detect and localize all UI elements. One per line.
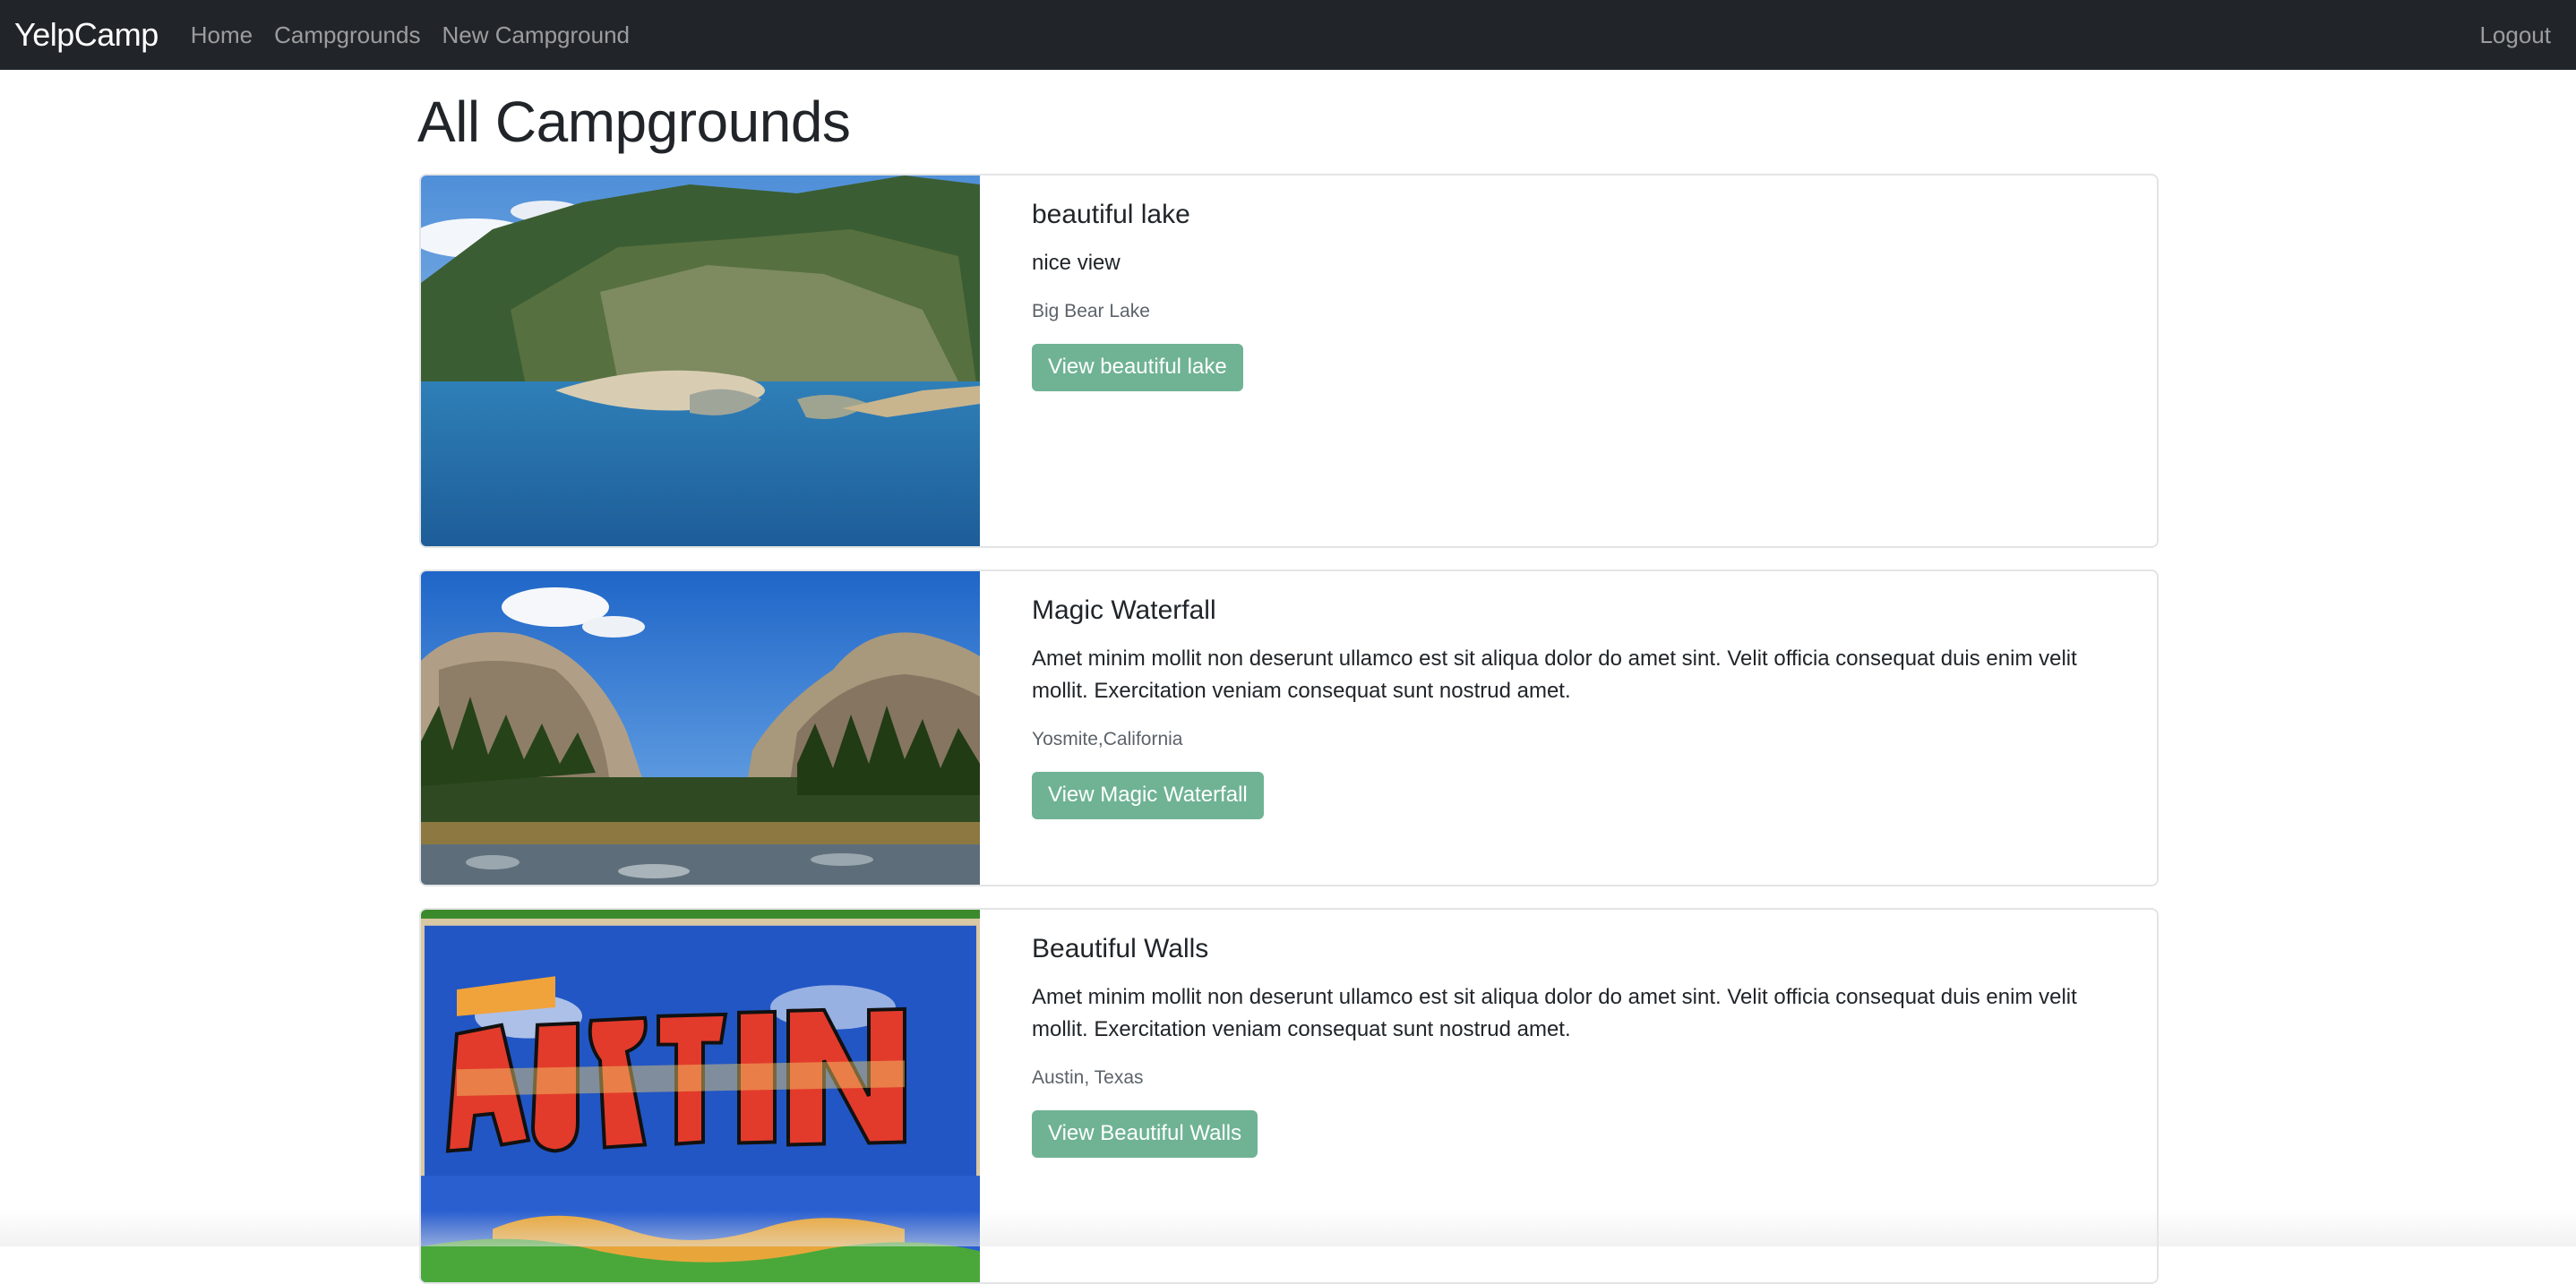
campground-card: Magic Waterfall Amet minim mollit non de… — [419, 569, 2159, 886]
campground-title: Magic Waterfall — [1032, 595, 2105, 627]
view-campground-button[interactable]: View Magic Waterfall — [1032, 772, 1264, 819]
card-body: Magic Waterfall Amet minim mollit non de… — [980, 571, 2157, 885]
campground-location: Austin, Texas — [1032, 1067, 2105, 1089]
view-campground-button[interactable]: View beautiful lake — [1032, 344, 1243, 391]
campground-image — [421, 175, 980, 546]
logout-link[interactable]: Logout — [2479, 21, 2551, 48]
nav-home-link[interactable]: Home — [191, 21, 253, 49]
campground-image — [421, 910, 980, 1282]
campground-description: nice view — [1032, 247, 2105, 279]
card-body: beautiful lake nice view Big Bear Lake V… — [980, 175, 2157, 546]
navbar: YelpCamp Home Campgrounds New Campground… — [0, 0, 2576, 70]
campground-title: beautiful lake — [1032, 199, 2105, 231]
main-container: All Campgrounds — [417, 70, 2159, 176]
campground-card: Beautiful Walls Amet minim mollit non de… — [419, 908, 2159, 1284]
campground-card: beautiful lake nice view Big Bear Lake V… — [419, 174, 2159, 548]
campground-title: Beautiful Walls — [1032, 933, 2105, 965]
nav-right: Logout — [2465, 21, 2562, 49]
campground-location: Yosmite,California — [1032, 729, 2105, 750]
nav-campgrounds-link[interactable]: Campgrounds — [274, 21, 420, 49]
view-campground-button[interactable]: View Beautiful Walls — [1032, 1110, 1258, 1158]
valley-photo-icon — [421, 571, 980, 885]
campground-location: Big Bear Lake — [1032, 301, 2105, 322]
card-body: Beautiful Walls Amet minim mollit non de… — [980, 910, 2157, 1282]
lake-photo-icon — [421, 175, 980, 546]
nav-new-campground-link[interactable]: New Campground — [442, 21, 630, 49]
page-title: All Campgrounds — [417, 88, 2159, 157]
campground-description: Amet minim mollit non deserunt ullamco e… — [1032, 981, 2105, 1046]
mural-photo-icon — [421, 910, 980, 1282]
campground-description: Amet minim mollit non deserunt ullamco e… — [1032, 643, 2105, 707]
brand-link[interactable]: YelpCamp — [14, 16, 159, 54]
campground-image — [421, 571, 980, 885]
